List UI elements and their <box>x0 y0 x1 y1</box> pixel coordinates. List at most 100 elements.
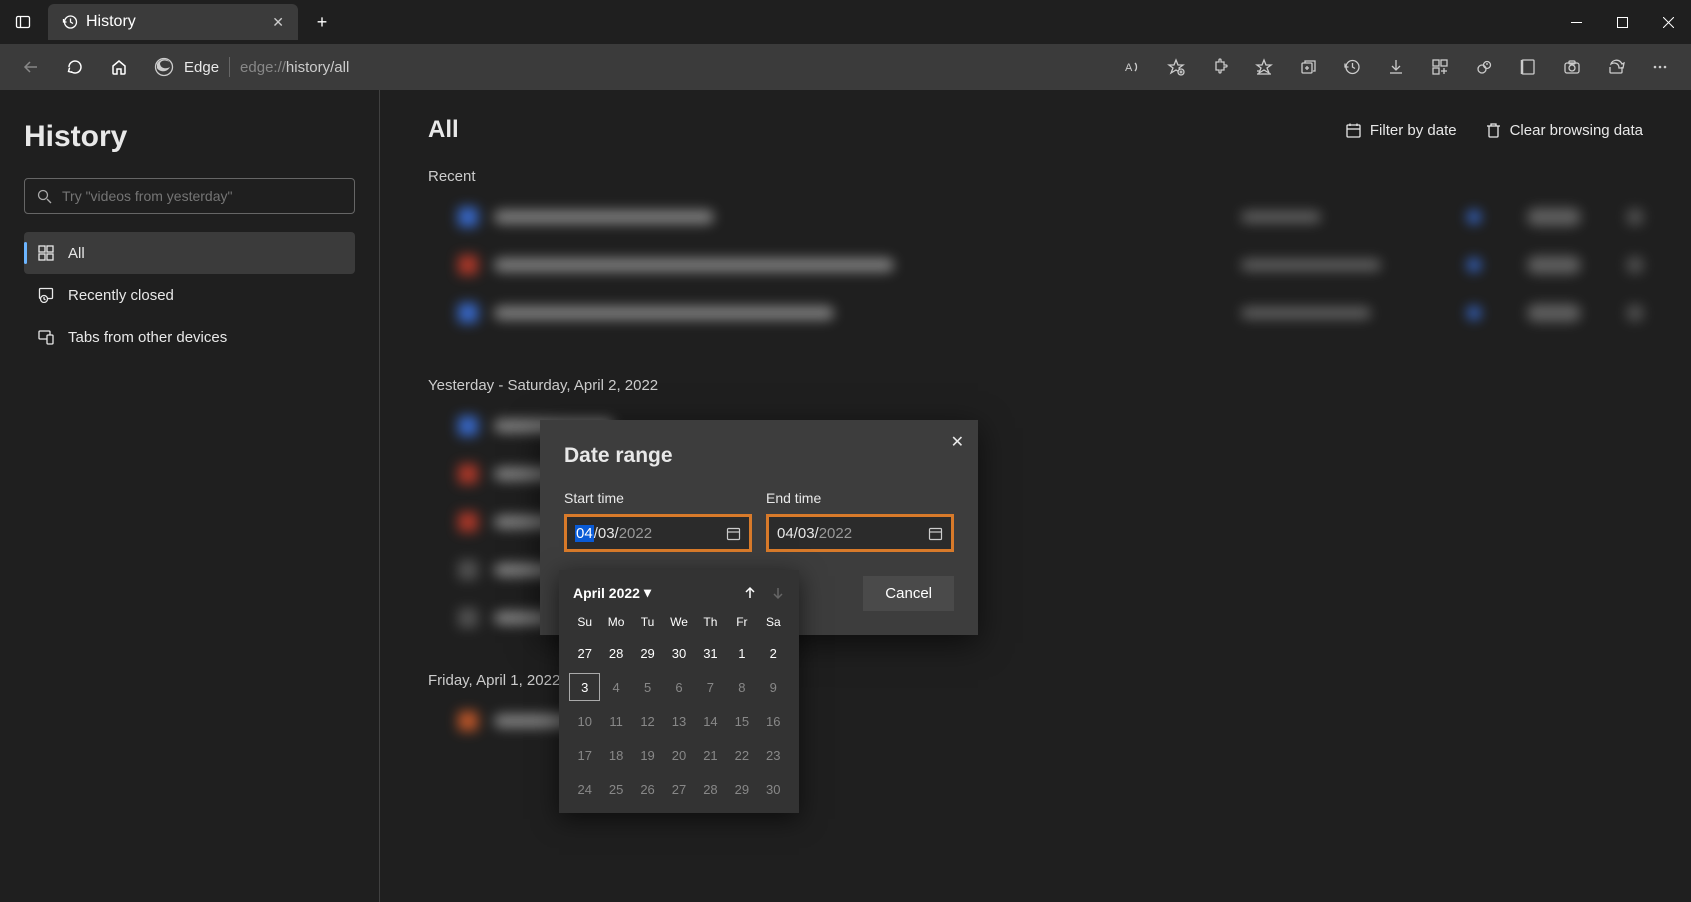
separator <box>229 57 230 77</box>
calendar-picker-icon[interactable] <box>928 526 943 541</box>
calendar-day[interactable]: 7 <box>695 673 726 701</box>
back-button[interactable] <box>12 48 50 86</box>
calendar-day[interactable]: 9 <box>758 673 789 701</box>
calendar-day[interactable]: 20 <box>663 741 694 769</box>
calendar-day[interactable]: 11 <box>600 707 631 735</box>
calendar-day[interactable]: 29 <box>632 639 663 667</box>
search-input[interactable] <box>62 188 342 204</box>
calendar-day[interactable]: 10 <box>569 707 600 735</box>
calendar-day[interactable]: 3 <box>569 673 600 701</box>
calendar-day[interactable]: 12 <box>632 707 663 735</box>
close-window-button[interactable] <box>1645 0 1691 44</box>
nav-label: All <box>68 245 85 262</box>
calendar-prev-button[interactable] <box>743 586 757 600</box>
calendar-picker-icon[interactable] <box>726 526 741 541</box>
calendar-dow: Th <box>695 611 726 633</box>
calendar-dow: We <box>663 611 694 633</box>
url-text: edge://history/all <box>240 59 349 76</box>
svg-text:A: A <box>1125 62 1133 74</box>
collections-button[interactable] <box>1289 48 1327 86</box>
maximize-button[interactable] <box>1599 0 1645 44</box>
calendar-day[interactable]: 14 <box>695 707 726 735</box>
calendar-day[interactable]: 30 <box>663 639 694 667</box>
clear-label: Clear browsing data <box>1510 122 1643 139</box>
calendar-day[interactable]: 28 <box>695 775 726 803</box>
tab-title: History <box>86 13 136 31</box>
history-toolbar-button[interactable] <box>1333 48 1371 86</box>
calendar-dow: Mo <box>600 611 631 633</box>
calendar-next-button[interactable] <box>771 586 785 600</box>
calendar-day[interactable]: 23 <box>758 741 789 769</box>
start-time-input[interactable]: 04/03/2022 <box>564 514 752 552</box>
calendar-day[interactable]: 1 <box>726 639 757 667</box>
recent-icon <box>38 287 54 303</box>
calendar-day[interactable]: 2 <box>758 639 789 667</box>
new-tab-button[interactable]: + <box>304 4 340 40</box>
menu-button[interactable] <box>1641 48 1679 86</box>
calendar-day[interactable]: 28 <box>600 639 631 667</box>
calendar-dow: Fr <box>726 611 757 633</box>
calendar-day[interactable]: 6 <box>663 673 694 701</box>
edge-label: Edge <box>184 59 219 76</box>
browser-tab[interactable]: History ✕ <box>48 4 298 40</box>
calendar-day[interactable]: 13 <box>663 707 694 735</box>
calendar-day[interactable]: 27 <box>569 639 600 667</box>
minimize-button[interactable] <box>1553 0 1599 44</box>
tab-actions-button[interactable] <box>8 7 38 37</box>
screenshot-button[interactable] <box>1553 48 1591 86</box>
nav-item-recently-closed[interactable]: Recently closed <box>24 274 355 316</box>
calendar-day[interactable]: 30 <box>758 775 789 803</box>
calendar-day[interactable]: 25 <box>600 775 631 803</box>
clear-data-button[interactable]: Clear browsing data <box>1485 122 1643 139</box>
section-recent: Recent <box>428 168 1643 185</box>
calendar-day[interactable]: 17 <box>569 741 600 769</box>
favorites-list-button[interactable] <box>1245 48 1283 86</box>
calendar-day[interactable]: 15 <box>726 707 757 735</box>
filter-by-date-button[interactable]: Filter by date <box>1345 122 1457 139</box>
home-button[interactable] <box>100 48 138 86</box>
calendar-dow: Sa <box>758 611 789 633</box>
nav-item-all[interactable]: All <box>24 232 355 274</box>
content-heading: All <box>428 116 459 144</box>
calendar-day[interactable]: 5 <box>632 673 663 701</box>
apps-button[interactable] <box>1421 48 1459 86</box>
refresh-button[interactable] <box>56 48 94 86</box>
calendar-day[interactable]: 8 <box>726 673 757 701</box>
address-bar[interactable]: Edge edge://history/all <box>154 57 349 77</box>
dialog-close-button[interactable]: ✕ <box>951 432 964 452</box>
calendar-day[interactable]: 16 <box>758 707 789 735</box>
calendar-day[interactable]: 21 <box>695 741 726 769</box>
read-aloud-button[interactable]: A <box>1113 48 1151 86</box>
share-button[interactable] <box>1597 48 1635 86</box>
performance-button[interactable] <box>1465 48 1503 86</box>
calendar-day[interactable]: 24 <box>569 775 600 803</box>
end-time-input[interactable]: 04/03/2022 <box>766 514 954 552</box>
calendar-day[interactable]: 22 <box>726 741 757 769</box>
search-box[interactable] <box>24 178 355 214</box>
calendar-day[interactable]: 19 <box>632 741 663 769</box>
history-icon <box>62 14 78 30</box>
history-row[interactable] <box>428 193 1643 241</box>
calendar-day[interactable]: 18 <box>600 741 631 769</box>
nav-item-other-devices[interactable]: Tabs from other devices <box>24 316 355 358</box>
history-row[interactable] <box>428 289 1643 337</box>
extensions-button[interactable] <box>1201 48 1239 86</box>
calendar-day[interactable]: 31 <box>695 639 726 667</box>
calendar-dow: Su <box>569 611 600 633</box>
nav-label: Recently closed <box>68 287 174 304</box>
downloads-button[interactable] <box>1377 48 1415 86</box>
section-yesterday: Yesterday - Saturday, April 2, 2022 <box>428 377 1643 394</box>
calendar-popup: April 2022 ▾ SuMoTuWeThFrSa2728293031123… <box>559 570 799 813</box>
calendar-day[interactable]: 26 <box>632 775 663 803</box>
toolbar: Edge edge://history/all A <box>0 44 1691 90</box>
office-button[interactable] <box>1509 48 1547 86</box>
calendar-month-button[interactable]: April 2022 ▾ <box>573 584 651 601</box>
calendar-day[interactable]: 29 <box>726 775 757 803</box>
history-row[interactable] <box>428 241 1643 289</box>
calendar-day[interactable]: 4 <box>600 673 631 701</box>
cancel-button[interactable]: Cancel <box>863 576 954 611</box>
tab-close-button[interactable]: ✕ <box>272 14 284 31</box>
calendar-day[interactable]: 27 <box>663 775 694 803</box>
favorite-button[interactable] <box>1157 48 1195 86</box>
chevron-down-icon: ▾ <box>644 584 651 601</box>
